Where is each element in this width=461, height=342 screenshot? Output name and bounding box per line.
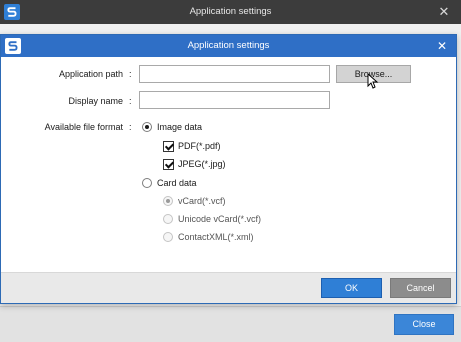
pdf-option-label: PDF(*.pdf) — [178, 141, 221, 151]
jpeg-checkbox[interactable] — [163, 159, 174, 170]
unicode-vcard-radio[interactable] — [163, 214, 173, 224]
application-path-input[interactable] — [139, 65, 330, 83]
card-data-label: Card data — [157, 178, 197, 188]
unicode-vcard-option-label: Unicode vCard(*.vcf) — [178, 214, 262, 224]
contactxml-radio[interactable] — [163, 232, 173, 242]
display-name-label: Display name — [68, 96, 123, 106]
jpeg-option-label: JPEG(*.jpg) — [178, 159, 226, 169]
ok-button[interactable]: OK — [321, 278, 382, 298]
dialog-title: Application settings — [187, 40, 270, 51]
image-data-radio[interactable] — [142, 122, 152, 132]
outer-close-icon[interactable]: ✕ — [435, 2, 453, 22]
dialog-title-bar: Application settings ✕ — [1, 35, 456, 57]
display-name-colon: : — [129, 96, 132, 106]
close-button[interactable]: Close — [394, 314, 454, 335]
dialog-close-icon[interactable]: ✕ — [434, 36, 450, 56]
outer-title-bar: Application settings ✕ — [0, 0, 461, 24]
vcard-radio[interactable] — [163, 196, 173, 206]
image-data-label: Image data — [157, 122, 203, 132]
cancel-button[interactable]: Cancel — [390, 278, 451, 298]
application-path-label: Application path — [58, 69, 123, 79]
card-data-radio[interactable] — [142, 178, 152, 188]
file-format-colon: : — [129, 122, 132, 132]
display-name-input[interactable] — [139, 91, 330, 109]
dialog-footer — [1, 272, 456, 303]
mouse-cursor-icon — [367, 73, 379, 89]
outer-window-title: Application settings — [189, 6, 272, 17]
application-path-colon: : — [129, 69, 132, 79]
outer-window-footer — [0, 306, 461, 342]
application-settings-dialog: Application settings ✕ Application path … — [0, 34, 457, 304]
file-format-label: Available file format — [44, 122, 123, 132]
contactxml-option-label: ContactXML(*.xml) — [178, 232, 254, 242]
vcard-option-label: vCard(*.vcf) — [178, 196, 226, 206]
pdf-checkbox[interactable] — [163, 141, 174, 152]
